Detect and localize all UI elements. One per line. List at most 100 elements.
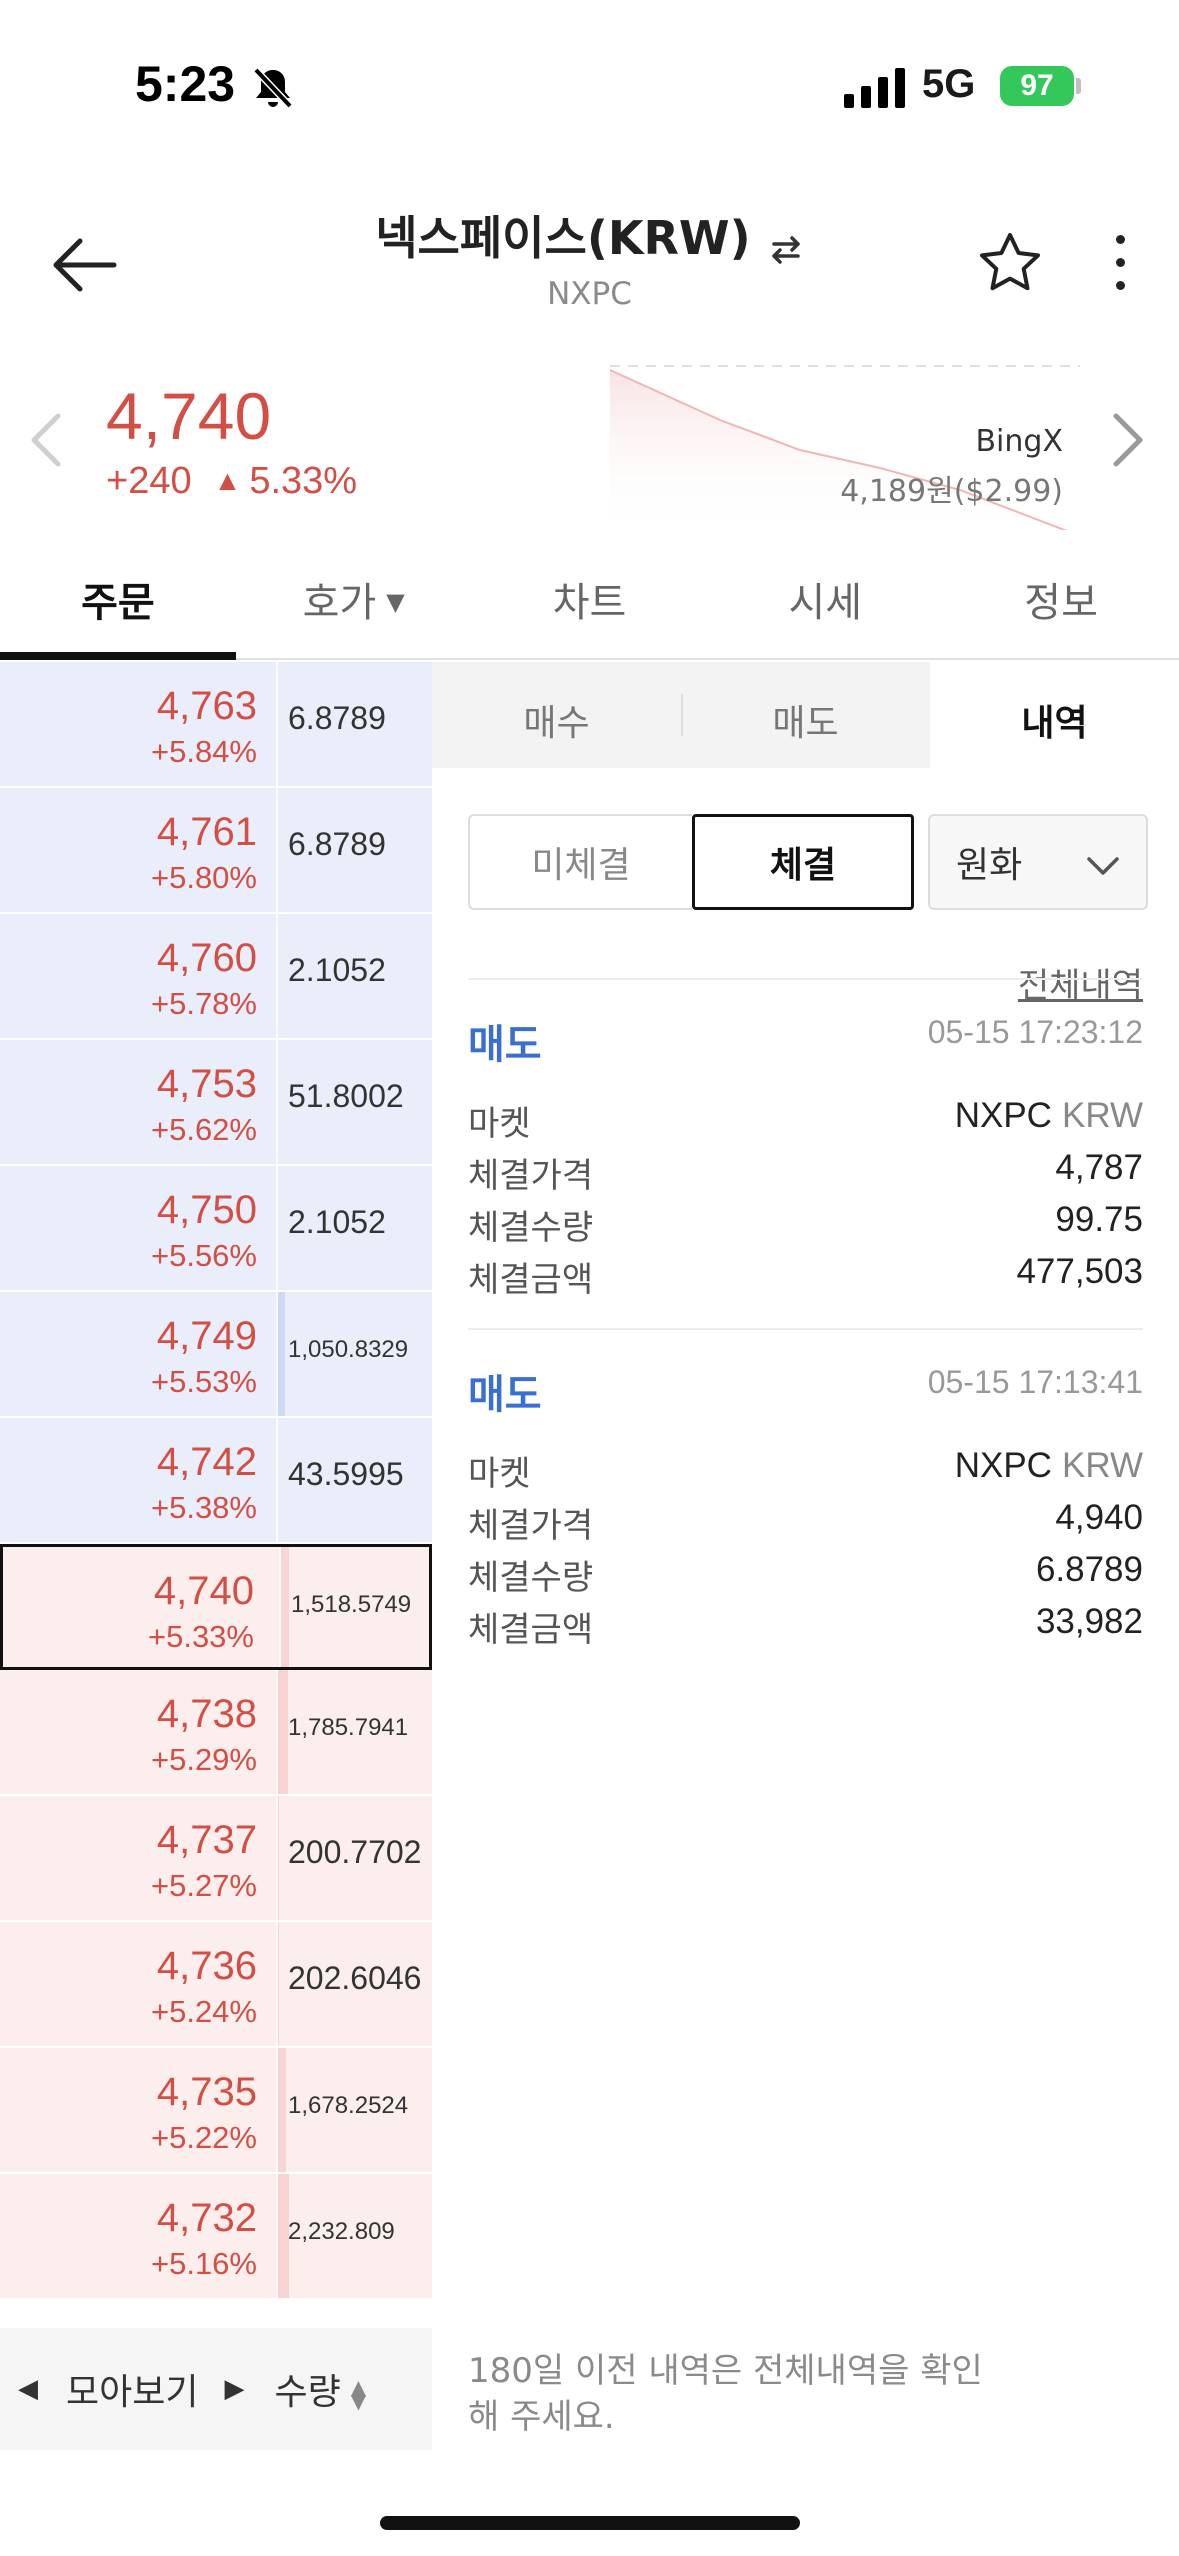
network-type: 5G <box>922 62 976 106</box>
order-quantity: 2.1052 <box>288 952 386 988</box>
currency-select[interactable]: 원화 <box>928 814 1148 910</box>
swap-icon[interactable] <box>768 232 804 268</box>
order-rate: +5.33% <box>147 1619 254 1654</box>
trade-field-price: 체결가격 4,787 <box>468 1148 1143 1200</box>
group-prev-button[interactable]: ◀ <box>18 2374 38 2404</box>
order-book-row[interactable]: 4,749 +5.53% 1,050.8329 <box>0 1292 432 1418</box>
header: 넥스페이스(KRW) NXPC <box>0 170 1179 340</box>
order-price: 4,763 <box>156 684 257 728</box>
order-book-row[interactable]: 4,738 +5.29% 1,785.7941 <box>0 1670 432 1796</box>
order-book-row[interactable]: 4,742 +5.38% 43.5995 <box>0 1418 432 1544</box>
order-book-row[interactable]: 4,732 +5.16% 2,232.809 <box>0 2174 432 2300</box>
trade-field-price: 체결가격 4,940 <box>468 1498 1143 1550</box>
trade-field-label: 체결수량 <box>468 1208 594 1248</box>
order-price: 4,736 <box>156 1944 257 1988</box>
coin-title[interactable]: 넥스페이스(KRW) <box>375 211 750 265</box>
tab-sell[interactable]: 매도 <box>681 662 930 768</box>
prev-coin-button[interactable] <box>28 412 64 472</box>
trade-field-label: 체결수량 <box>468 1558 594 1598</box>
depth-bar <box>277 1670 288 1794</box>
group-next-button[interactable]: ▶ <box>224 2374 244 2404</box>
trade-field-value: 99.75 <box>1055 1200 1143 1239</box>
order-quantity: 1,678.2524 <box>288 2092 409 2119</box>
order-book-row[interactable]: 4,750 +5.56% 2.1052 <box>0 1166 432 1292</box>
trade-field-value: 4,787 <box>1055 1148 1143 1187</box>
filter-filled-button[interactable]: 체결 <box>692 814 914 910</box>
tab-market-price[interactable]: 시세 <box>707 540 943 658</box>
history-notice: 180일 이전 내역은 전체내역을 확인해 주세요. <box>468 2351 983 2437</box>
chevron-down-icon <box>1086 846 1120 887</box>
tab-orderbook-label: 호가 <box>302 580 377 626</box>
order-price: 4,732 <box>156 2196 257 2240</box>
filter-unfilled-button[interactable]: 미체결 <box>468 814 692 910</box>
depth-bar <box>277 2048 286 2172</box>
order-book-row-current[interactable]: 4,740 +5.33% 1,518.5749 <box>0 1544 432 1670</box>
star-icon <box>980 233 1040 291</box>
order-book-footer: ◀ 모아보기 ▶ 수량 ▲ ▼ <box>0 2328 432 2450</box>
order-book-row[interactable]: 4,761 +5.80% 6.8789 <box>0 788 432 914</box>
order-rate: +5.29% <box>150 1742 257 1777</box>
order-quantity: 1,785.7941 <box>288 1714 409 1741</box>
more-options-button[interactable] <box>1090 222 1150 302</box>
depth-bar <box>280 1547 289 1667</box>
trade-field-market: 마켓 NXPC KRW <box>468 1096 1143 1148</box>
order-panel-tabs: 매수 매도 내역 <box>432 662 1179 768</box>
favorite-button[interactable] <box>970 222 1050 302</box>
trade-field-label: 마켓 <box>468 1454 531 1494</box>
row-divider <box>276 1292 278 1416</box>
next-coin-button[interactable] <box>1110 412 1146 472</box>
row-divider <box>279 1547 281 1667</box>
row-divider <box>276 788 278 912</box>
trade-field-market: 마켓 NXPC KRW <box>468 1446 1143 1498</box>
trade-time: 05-15 17:23:12 <box>927 1014 1143 1050</box>
trade-side: 매도 <box>468 1022 542 1068</box>
chevron-right-icon <box>1113 413 1143 467</box>
order-rate: +5.16% <box>150 2246 257 2281</box>
sort-quantity-button[interactable]: 수량 ▲ ▼ <box>274 2363 366 2415</box>
up-triangle-icon: ▲ <box>213 465 242 496</box>
battery-level: 97 <box>1020 69 1054 102</box>
trade-card: 매도 05-15 17:23:12 마켓 NXPC KRW 체결가격 4,787 체결수량 99… <box>468 978 1143 1300</box>
more-dot-icon <box>1115 257 1125 267</box>
trade-field-label: 체결가격 <box>468 1506 594 1546</box>
order-book-row[interactable]: 4,737 +5.27% 200.7702 <box>0 1796 432 1922</box>
tab-info[interactable]: 정보 <box>943 540 1179 658</box>
order-price: 4,749 <box>156 1314 257 1358</box>
order-rate: +5.56% <box>150 1238 257 1273</box>
order-price: 4,737 <box>156 1818 257 1862</box>
tab-orderbook[interactable]: 호가 ▼ <box>236 540 472 658</box>
order-book-row[interactable]: 4,736 +5.24% 202.6046 <box>0 1922 432 2048</box>
change-amount: +240 <box>106 460 192 502</box>
tab-history[interactable]: 내역 <box>930 662 1179 768</box>
order-book-row[interactable]: 4,760 +5.78% 2.1052 <box>0 914 432 1040</box>
order-book-row[interactable]: 4,753 +5.62% 51.8002 <box>0 1040 432 1166</box>
order-price: 4,760 <box>156 936 257 980</box>
group-view-label[interactable]: 모아보기 <box>66 2363 198 2415</box>
battery-tip <box>1076 78 1081 94</box>
order-price: 4,753 <box>156 1062 257 1106</box>
tab-buy[interactable]: 매수 <box>432 662 681 768</box>
order-quantity: 2.1052 <box>288 1204 386 1240</box>
currency-value: 원화 <box>956 845 1023 886</box>
exchange-name: BingX <box>975 424 1063 459</box>
order-quantity: 51.8002 <box>288 1078 404 1114</box>
order-book-row[interactable]: 4,735 +5.22% 1,678.2524 <box>0 2048 432 2174</box>
tab-order[interactable]: 주문 <box>0 540 236 660</box>
order-book-row[interactable]: 4,763 +5.84% 6.8789 <box>0 662 432 788</box>
price-summary: 4,740 +240 ▲ 5.33% BingX 4,189원($2.99) <box>0 340 1179 540</box>
exchange-price: 4,189원($2.99) <box>840 474 1063 509</box>
tab-chart[interactable]: 차트 <box>472 540 708 658</box>
trade-field-amount: 체결금액 33,982 <box>468 1602 1143 1654</box>
current-price: 4,740 <box>106 379 272 453</box>
order-price: 4,742 <box>156 1440 257 1484</box>
trade-field-label: 체결금액 <box>468 1610 594 1650</box>
order-price: 4,735 <box>156 2070 257 2114</box>
market-base: NXPC <box>954 1096 1052 1135</box>
trade-field-value: NXPC KRW <box>955 1096 1143 1136</box>
market-quote: KRW <box>1061 1446 1143 1485</box>
depth-bar <box>277 1292 285 1416</box>
order-rate: +5.53% <box>150 1364 257 1399</box>
order-quantity: 43.5995 <box>288 1456 404 1492</box>
status-bar: 5:23 5G 97 <box>0 0 1179 170</box>
order-book: 4,763 +5.84% 6.8789 4,761 +5.80% 6.8789 4,760 +… <box>0 662 432 2328</box>
